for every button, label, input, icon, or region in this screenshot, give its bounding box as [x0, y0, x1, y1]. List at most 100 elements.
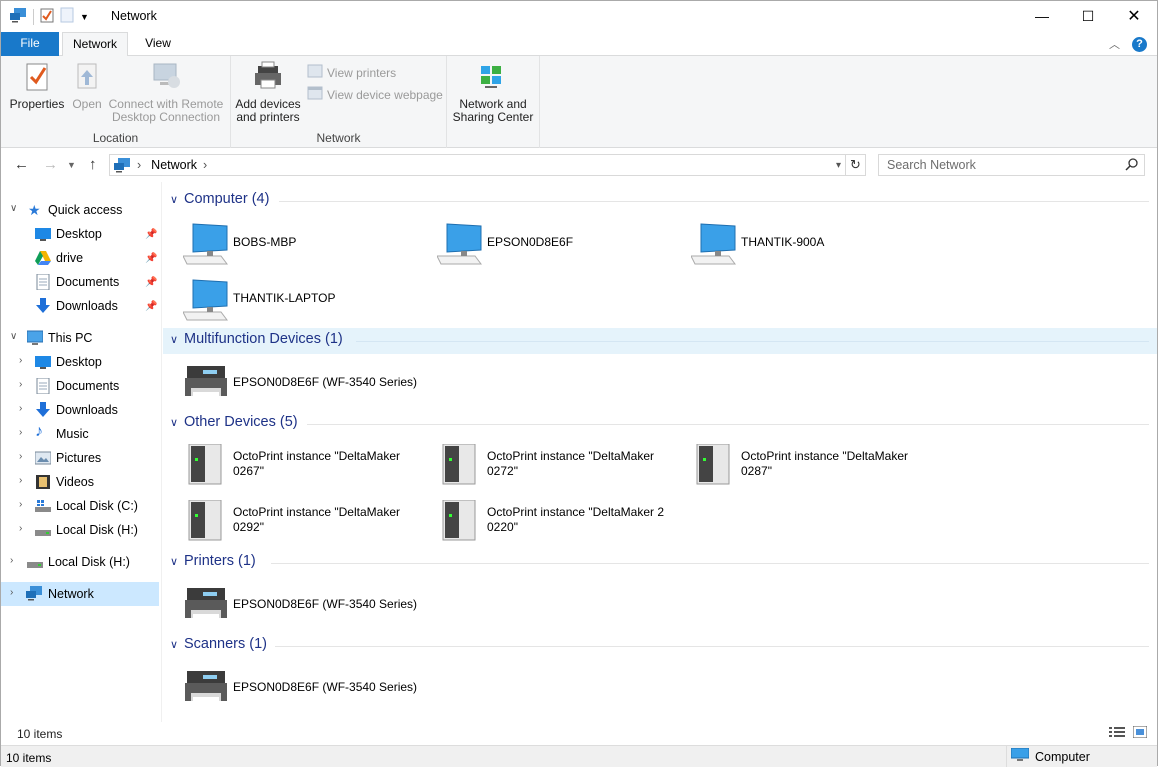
device-label: OctoPrint instance "DeltaMaker 2 0220" [487, 505, 664, 534]
up-icon[interactable]: ↑ [89, 156, 97, 173]
expand-chevron-icon[interactable]: › [10, 587, 13, 598]
network-sharing-center-button[interactable]: Network and Sharing Center [451, 60, 535, 124]
expand-chevron-icon[interactable]: › [19, 451, 22, 462]
pictures-icon [34, 450, 52, 466]
expand-chevron-icon[interactable]: › [19, 403, 22, 414]
pin-icon[interactable]: 📌 [145, 277, 157, 288]
group-divider [275, 646, 1149, 647]
collapse-chevron-icon[interactable]: ∨ [170, 638, 178, 651]
pin-icon[interactable]: 📌 [145, 229, 157, 240]
expand-chevron-icon[interactable]: › [19, 499, 22, 510]
desktop-icon [35, 226, 51, 242]
pin-icon[interactable]: 📌 [145, 301, 157, 312]
expand-chevron-icon[interactable]: ∨ [10, 331, 17, 342]
collapse-ribbon-icon[interactable]: ︿ [1109, 36, 1120, 52]
computer-item[interactable]: BOBS-MBP [182, 220, 433, 270]
device-icon [183, 499, 231, 548]
other-device-item[interactable]: OctoPrint instance "DeltaMaker 0272" [437, 443, 687, 494]
group-header-computer[interactable]: ∨ Computer (4) [163, 188, 1157, 214]
nav-pc-videos[interactable]: › Videos [1, 470, 159, 494]
remote-desktop-button[interactable]: Connect with Remote Desktop Connection [107, 60, 225, 124]
item-count: 10 items [17, 727, 63, 741]
refresh-button[interactable]: ↻ [846, 154, 866, 176]
search-box[interactable] [878, 154, 1145, 176]
computer-icon [436, 220, 485, 268]
details-view-icon[interactable] [1109, 726, 1125, 741]
scanner-item[interactable]: EPSON0D8E6F (WF-3540 Series) [183, 667, 433, 717]
expand-chevron-icon[interactable]: › [19, 379, 22, 390]
large-icons-view-icon[interactable] [1132, 725, 1148, 741]
expand-chevron-icon[interactable]: ∨ [10, 203, 17, 214]
open-button[interactable]: Open [67, 60, 107, 111]
collapse-chevron-icon[interactable]: ∨ [170, 555, 178, 568]
computer-item[interactable]: THANTIK-900A [690, 220, 941, 270]
back-icon[interactable]: ← [14, 156, 29, 173]
collapse-chevron-icon[interactable]: ∨ [170, 193, 178, 206]
other-device-item[interactable]: OctoPrint instance "DeltaMaker 2 0220" [437, 499, 687, 550]
group-header-scanners[interactable]: ∨ Scanners (1) [163, 633, 1157, 659]
expand-chevron-icon[interactable]: › [19, 355, 22, 366]
breadcrumb-chevron[interactable]: › [203, 158, 207, 172]
nav-pc-local-disk-h[interactable]: › Local Disk (H:) [1, 518, 159, 542]
sharing-group: Network and Sharing Center [447, 56, 540, 148]
other-device-item[interactable]: OctoPrint instance "DeltaMaker 0267" [183, 443, 433, 494]
view-switcher [1109, 725, 1148, 741]
nav-pc-pictures[interactable]: › Pictures [1, 446, 159, 470]
nav-local-disk-h[interactable]: › Local Disk (H:) [1, 550, 159, 574]
properties-button[interactable]: Properties [9, 60, 65, 111]
other-device-item[interactable]: OctoPrint instance "DeltaMaker 0287" [691, 443, 941, 494]
view-device-webpage-button[interactable]: View device webpage [307, 86, 443, 103]
collapse-chevron-icon[interactable]: ∨ [170, 416, 178, 429]
nav-pc-desktop[interactable]: › Desktop [1, 350, 159, 374]
nav-quick-drive[interactable]: drive 📌 [1, 246, 159, 270]
group-header-multifunction[interactable]: ∨ Multifunction Devices (1) [163, 328, 1157, 354]
address-bar[interactable]: › Network › ▾ [109, 154, 846, 176]
group-header-other-devices[interactable]: ∨ Other Devices (5) [163, 411, 1157, 437]
nav-quick-desktop[interactable]: Desktop 📌 [1, 222, 159, 246]
other-device-item[interactable]: OctoPrint instance "DeltaMaker 0292" [183, 499, 433, 550]
multifunction-item[interactable]: EPSON0D8E6F (WF-3540 Series) [183, 362, 433, 412]
location-group: Properties Open Connect with Remote Desk… [1, 56, 231, 148]
add-devices-button[interactable]: Add devices and printers [235, 60, 301, 124]
network-icon[interactable] [9, 7, 27, 26]
new-folder-icon[interactable] [60, 7, 74, 26]
nav-pc-local-disk-c[interactable]: › Local Disk (C:) [1, 494, 159, 518]
nav-quick-downloads[interactable]: Downloads 📌 [1, 294, 159, 318]
maximize-button[interactable]: ☐ [1065, 1, 1111, 31]
minimize-button[interactable]: — [1019, 1, 1065, 31]
expand-chevron-icon[interactable]: › [10, 555, 13, 566]
forward-icon[interactable]: → [43, 156, 58, 173]
recent-locations-icon[interactable]: ▼ [67, 160, 76, 170]
nav-this-pc[interactable]: ∨ This PC [1, 326, 159, 350]
computer-item[interactable]: EPSON0D8E6F [436, 220, 687, 270]
search-icon[interactable] [1125, 158, 1138, 174]
help-icon[interactable]: ? [1132, 36, 1147, 52]
nav-network[interactable]: › Network [1, 582, 159, 606]
tab-file[interactable]: File [1, 32, 59, 56]
nav-quick-access[interactable]: ∨ ★ Quick access [1, 198, 159, 222]
file-list: ∨ Computer (4) BOBS-MBP EPSON0D8E6F THAN… [163, 182, 1157, 722]
star-icon: ★ [28, 202, 41, 218]
view-printers-button[interactable]: View printers [307, 64, 396, 81]
customize-toolbar-icon[interactable]: ▼ [80, 12, 89, 22]
nav-quick-documents[interactable]: Documents 📌 [1, 270, 159, 294]
tab-network[interactable]: Network [62, 32, 128, 57]
breadcrumb-network[interactable]: Network [151, 158, 197, 172]
printer-item[interactable]: EPSON0D8E6F (WF-3540 Series) [183, 584, 433, 634]
nav-pc-music[interactable]: › ♪ Music [1, 422, 159, 446]
search-input[interactable] [887, 158, 1117, 172]
group-header-printers[interactable]: ∨ Printers (1) [163, 550, 1157, 576]
collapse-chevron-icon[interactable]: ∨ [170, 333, 178, 346]
pin-icon[interactable]: 📌 [145, 253, 157, 264]
view-printers-icon [307, 64, 323, 81]
computer-item[interactable]: THANTIK-LAPTOP [182, 276, 433, 326]
expand-chevron-icon[interactable]: › [19, 523, 22, 534]
close-button[interactable]: ✕ [1111, 1, 1157, 31]
nav-pc-downloads[interactable]: › Downloads [1, 398, 159, 422]
tab-view[interactable]: View [133, 32, 183, 56]
nav-pc-documents[interactable]: › Documents [1, 374, 159, 398]
expand-chevron-icon[interactable]: › [19, 427, 22, 438]
properties-icon[interactable] [40, 7, 54, 26]
expand-chevron-icon[interactable]: › [19, 475, 22, 486]
address-dropdown-icon[interactable]: ▾ [836, 160, 841, 171]
